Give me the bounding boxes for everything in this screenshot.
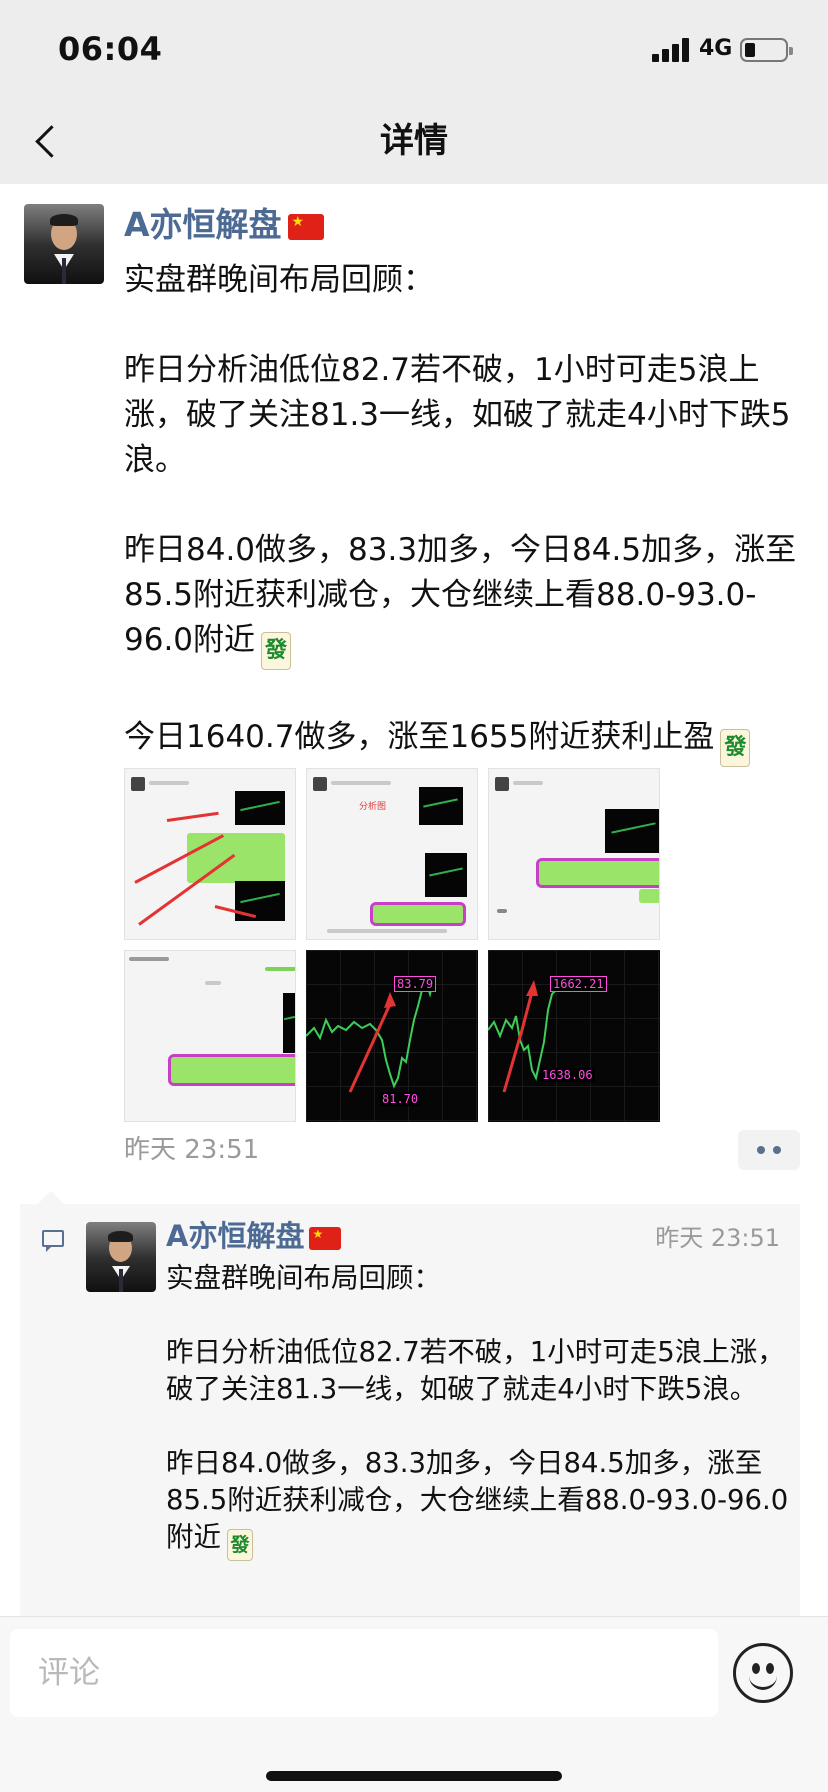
comment-paragraph: 昨日分析油低位82.7若不破，1小时可走5浪上涨，破了关注81.3一线，如破了就… bbox=[166, 1336, 785, 1405]
signal-icon bbox=[652, 38, 692, 62]
comment-input[interactable] bbox=[10, 1629, 718, 1717]
emoji-icon[interactable] bbox=[733, 1643, 793, 1703]
author-name[interactable]: A亦恒解盘 bbox=[124, 202, 324, 248]
image-thumbnail-3[interactable] bbox=[488, 768, 660, 940]
chart-thumbnail-gold[interactable]: 1662.21 1638.06 bbox=[488, 950, 660, 1122]
network-label: 4G bbox=[699, 36, 733, 61]
battery-icon bbox=[740, 38, 793, 62]
status-time: 06:04 bbox=[58, 30, 163, 68]
image-caption: 分析图 bbox=[359, 802, 387, 812]
china-flag-icon bbox=[309, 1226, 342, 1250]
image-grid: 分析图 83.79 81.70 1662.21 1638.06 bbox=[124, 768, 660, 1126]
comment-avatar[interactable] bbox=[86, 1222, 156, 1292]
post-paragraph: 实盘群晚间布局回顾： bbox=[124, 262, 434, 298]
chart-thumbnail-oil[interactable]: 83.79 81.70 bbox=[306, 950, 478, 1122]
post-paragraph: 今日1640.7做多，涨至1655附近获利止盈發 bbox=[124, 715, 814, 767]
comment-caret bbox=[38, 1191, 64, 1204]
comment-timestamp: 昨天 23:51 bbox=[655, 1224, 780, 1252]
china-flag-icon bbox=[287, 213, 324, 240]
comment-paragraph: 实盘群晚间布局回顾： bbox=[166, 1262, 441, 1294]
image-thumbnail-4[interactable] bbox=[124, 950, 296, 1122]
image-thumbnail-2[interactable]: 分析图 bbox=[306, 768, 478, 940]
chart-label-high: 1662.21 bbox=[550, 976, 607, 992]
chart-label-high: 83.79 bbox=[394, 976, 437, 992]
top-bar: 06:04 4G 详情 bbox=[0, 0, 828, 184]
comment-text[interactable]: 实盘群晚间布局回顾： 昨日分析油低位82.7若不破，1小时可走5浪上涨，破了关注… bbox=[166, 1260, 796, 1598]
image-thumbnail-1[interactable] bbox=[124, 768, 296, 940]
post-paragraph: 昨日分析油低位82.7若不破，1小时可走5浪上涨，破了关注81.3一线，如破了就… bbox=[124, 352, 791, 478]
mahjong-fa-icon: 發 bbox=[227, 1529, 253, 1561]
comment-icon bbox=[42, 1230, 64, 1252]
author-name-text[interactable]: A亦恒解盘 bbox=[124, 205, 282, 244]
post-timestamp: 昨天 23:51 bbox=[124, 1135, 260, 1165]
comment-author-name[interactable]: A亦恒解盘 bbox=[166, 1216, 342, 1256]
more-dots-icon[interactable] bbox=[738, 1130, 800, 1170]
avatar[interactable] bbox=[24, 204, 104, 284]
comment-section: A亦恒解盘 昨天 23:51 实盘群晚间布局回顾： 昨日分析油低位82.7若不破… bbox=[20, 1204, 800, 1616]
post-paragraph: 昨日84.0做多，83.3加多，今日84.5加多，涨至85.5附近获利减仓，大仓… bbox=[124, 528, 814, 670]
comment-bar bbox=[0, 1616, 828, 1792]
page-title: 详情 bbox=[380, 121, 448, 161]
comment-author-text[interactable]: A亦恒解盘 bbox=[166, 1219, 304, 1253]
mahjong-fa-icon: 發 bbox=[261, 632, 292, 670]
chart-label-low: 81.70 bbox=[380, 1092, 421, 1106]
post-text: 实盘群晚间布局回顾： 昨日分析油低位82.7若不破，1小时可走5浪上涨，破了关注… bbox=[124, 258, 814, 767]
comment-paragraph: 昨日84.0做多，83.3加多，今日84.5加多，涨至85.5附近获利减仓，大仓… bbox=[166, 1445, 796, 1561]
home-indicator[interactable] bbox=[266, 1771, 562, 1781]
mahjong-fa-icon: 發 bbox=[720, 729, 751, 767]
chart-label-low: 1638.06 bbox=[540, 1068, 595, 1082]
